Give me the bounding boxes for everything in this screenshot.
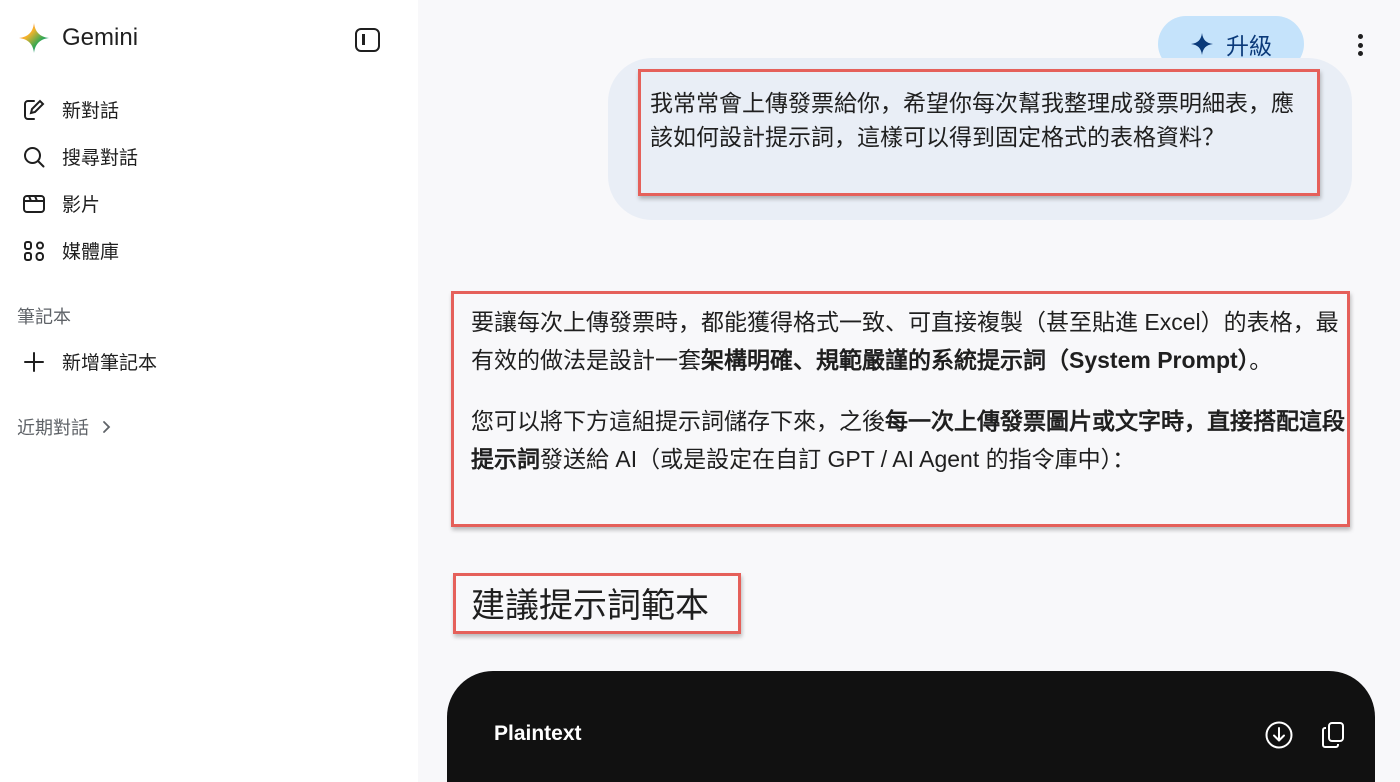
chevron-right-icon <box>103 421 111 433</box>
plus-icon <box>22 350 46 374</box>
sidebar-item-label: 媒體庫 <box>62 242 120 263</box>
code-block <box>447 671 1375 782</box>
section-heading: 建議提示詞範本 <box>471 587 709 625</box>
sidebar-item-video[interactable]: 影片 <box>0 180 418 227</box>
gemini-star-icon <box>19 23 49 53</box>
sparkle-icon <box>1191 33 1213 55</box>
sidebar-item-label: 影片 <box>62 195 101 216</box>
sidebar-nav: 新對話 搜尋對話 影片 媒體庫 <box>0 86 418 274</box>
sidebar-toggle-button[interactable] <box>355 28 380 52</box>
user-message-text: 我常常會上傳發票給你，希望你每次幫我整理成發票明細表，應該如何設計提示詞，這樣可… <box>650 90 1294 150</box>
model-answer: 要讓每次上傳發票時，都能獲得格式一致、可直接複製（甚至貼進 Excel）的表格，… <box>471 303 1345 478</box>
answer-paragraph-1: 要讓每次上傳發票時，都能獲得格式一致、可直接複製（甚至貼進 Excel）的表格，… <box>471 309 1339 373</box>
download-icon[interactable] <box>1264 720 1294 750</box>
sidebar-item-new-chat[interactable]: 新對話 <box>0 86 418 133</box>
search-icon <box>22 145 46 169</box>
sidebar-item-search[interactable]: 搜尋對話 <box>0 133 418 180</box>
recent-chats-toggle[interactable]: 近期對話 <box>17 414 113 440</box>
sidebar-item-label: 搜尋對話 <box>62 148 139 169</box>
new-notebook-label: 新增筆記本 <box>62 353 158 374</box>
new-notebook-button[interactable]: 新增筆記本 <box>0 338 418 385</box>
edit-icon <box>22 98 46 122</box>
notebook-section-label: 筆記本 <box>17 307 71 327</box>
code-language-label: Plaintext <box>494 722 582 745</box>
answer-paragraph-2: 您可以將下方這組提示詞儲存下來，之後每一次上傳發票圖片或文字時，直接搭配這段提示… <box>471 408 1345 472</box>
upgrade-label: 升級 <box>1226 33 1272 59</box>
copy-icon[interactable] <box>1318 720 1348 750</box>
sidebar-item-library[interactable]: 媒體庫 <box>0 227 418 274</box>
library-icon <box>22 239 46 263</box>
sidebar: Gemini 新對話 搜尋對話 影片 媒體庫 筆記本 新增筆記本 近期對話 <box>0 0 418 782</box>
brand-name: Gemini <box>62 24 139 51</box>
brand[interactable]: Gemini <box>18 22 138 54</box>
video-icon <box>22 192 46 216</box>
more-options-icon[interactable] <box>1349 30 1371 60</box>
sidebar-item-label: 新對話 <box>62 101 120 122</box>
recent-chats-label: 近期對話 <box>17 418 89 438</box>
